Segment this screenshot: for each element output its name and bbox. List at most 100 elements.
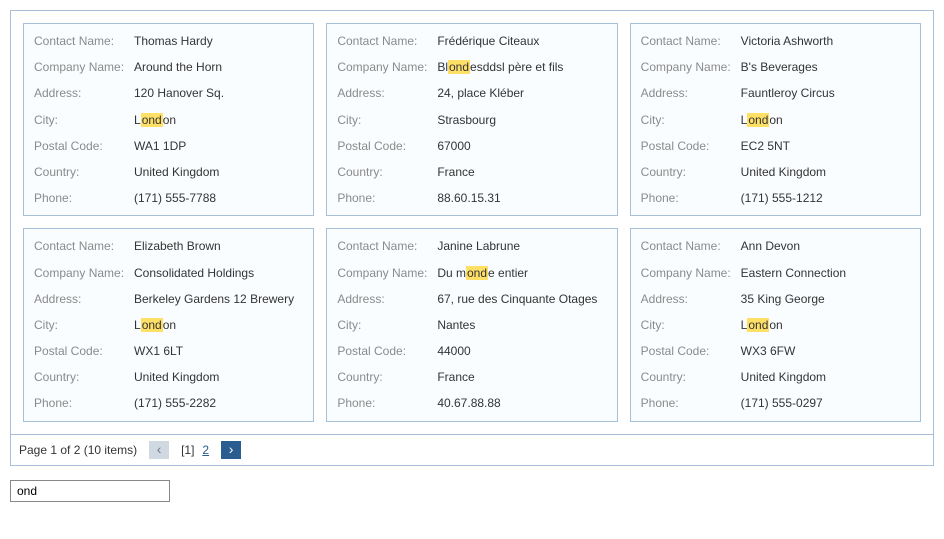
field-label: Contact Name: [34, 33, 134, 49]
field-value: Frédérique Citeaux [437, 33, 606, 49]
field-label: Contact Name: [337, 238, 437, 254]
field-row: Contact Name:Ann Devon [631, 233, 920, 259]
field-row: Address:Berkeley Gardens 12 Brewery [24, 286, 313, 312]
field-value: Nantes [437, 317, 606, 333]
page-number[interactable]: 2 [202, 443, 209, 457]
field-row: Postal Code:67000 [327, 133, 616, 159]
field-label: Country: [337, 164, 437, 180]
field-value: France [437, 369, 606, 385]
field-row: Company Name:Consolidated Holdings [24, 260, 313, 286]
page-number-current: [1] [181, 443, 194, 457]
field-label: Country: [34, 164, 134, 180]
field-row: Phone:88.60.15.31 [327, 185, 616, 211]
field-value: WX3 6FW [741, 343, 910, 359]
field-row: Company Name:Du monde entier [327, 260, 616, 286]
field-value: WA1 1DP [134, 138, 303, 154]
field-label: Postal Code: [337, 138, 437, 154]
field-value: Ann Devon [741, 238, 910, 254]
field-row: Phone:40.67.88.88 [327, 390, 616, 416]
field-row: Contact Name:Janine Labrune [327, 233, 616, 259]
field-label: Phone: [337, 190, 437, 206]
field-label: Postal Code: [641, 138, 741, 154]
field-row: Postal Code:EC2 5NT [631, 133, 920, 159]
field-row: Address:Fauntleroy Circus [631, 80, 920, 106]
field-value: 88.60.15.31 [437, 190, 606, 206]
field-value: EC2 5NT [741, 138, 910, 154]
field-row: Phone:(171) 555-7788 [24, 185, 313, 211]
field-row: Phone:(171) 555-1212 [631, 185, 920, 211]
field-row: Company Name:Around the Horn [24, 54, 313, 80]
search-input[interactable] [10, 480, 170, 502]
field-label: Postal Code: [337, 343, 437, 359]
field-value: (171) 555-1212 [741, 190, 910, 206]
highlight: ond [466, 266, 488, 280]
field-label: Company Name: [641, 59, 741, 75]
field-row: Contact Name:Frédérique Citeaux [327, 28, 616, 54]
field-value: United Kingdom [741, 369, 910, 385]
pager: Page 1 of 2 (10 items) [1] 2 [11, 434, 933, 465]
pager-status: Page 1 of 2 (10 items) [19, 443, 137, 457]
highlight: ond [747, 113, 769, 127]
chevron-left-icon [157, 442, 162, 457]
field-label: Contact Name: [34, 238, 134, 254]
field-value: Around the Horn [134, 59, 303, 75]
field-row: Address:24, place Kléber [327, 80, 616, 106]
field-row: Country:France [327, 364, 616, 390]
highlight: ond [747, 318, 769, 332]
field-label: Address: [337, 85, 437, 101]
field-row: Postal Code:WX1 6LT [24, 338, 313, 364]
field-row: Postal Code:WX3 6FW [631, 338, 920, 364]
field-value: 120 Hanover Sq. [134, 85, 303, 101]
field-row: Company Name:Eastern Connection [631, 260, 920, 286]
field-label: Country: [337, 369, 437, 385]
field-label: City: [641, 317, 741, 333]
field-row: City:Strasbourg [327, 107, 616, 133]
field-value: (171) 555-7788 [134, 190, 303, 206]
field-label: Company Name: [337, 59, 437, 75]
field-value: London [741, 112, 910, 128]
field-row: Address:35 King George [631, 286, 920, 312]
field-value: Berkeley Gardens 12 Brewery [134, 291, 303, 307]
field-label: Phone: [34, 395, 134, 411]
field-value: United Kingdom [134, 164, 303, 180]
field-value: London [134, 317, 303, 333]
field-label: Country: [641, 369, 741, 385]
field-label: City: [337, 112, 437, 128]
field-label: Phone: [34, 190, 134, 206]
field-value: United Kingdom [134, 369, 303, 385]
field-row: Country:United Kingdom [24, 159, 313, 185]
field-row: Contact Name:Victoria Ashworth [631, 28, 920, 54]
field-label: Address: [34, 85, 134, 101]
field-value: Strasbourg [437, 112, 606, 128]
field-value: B's Beverages [741, 59, 910, 75]
field-value: United Kingdom [741, 164, 910, 180]
field-row: Postal Code:44000 [327, 338, 616, 364]
field-label: Contact Name: [641, 238, 741, 254]
field-label: City: [34, 112, 134, 128]
field-row: Phone:(171) 555-2282 [24, 390, 313, 416]
field-label: Phone: [641, 395, 741, 411]
field-value: 35 King George [741, 291, 910, 307]
search-box [10, 480, 934, 502]
field-value: Victoria Ashworth [741, 33, 910, 49]
prev-page-button[interactable] [149, 441, 169, 459]
field-row: Country:United Kingdom [24, 364, 313, 390]
field-value: 24, place Kléber [437, 85, 606, 101]
field-value: Fauntleroy Circus [741, 85, 910, 101]
field-row: City:Nantes [327, 312, 616, 338]
next-page-button[interactable] [221, 441, 241, 459]
field-row: City:London [24, 312, 313, 338]
field-label: City: [337, 317, 437, 333]
field-row: Address:120 Hanover Sq. [24, 80, 313, 106]
chevron-right-icon [229, 442, 234, 457]
field-label: Postal Code: [34, 138, 134, 154]
field-value: (171) 555-2282 [134, 395, 303, 411]
field-value: 40.67.88.88 [437, 395, 606, 411]
field-row: Contact Name:Elizabeth Brown [24, 233, 313, 259]
field-row: Postal Code:WA1 1DP [24, 133, 313, 159]
field-row: City:London [631, 312, 920, 338]
field-value: France [437, 164, 606, 180]
contact-card: Contact Name:Victoria Ashworth Company Na… [630, 23, 921, 216]
field-row: City:London [24, 107, 313, 133]
field-row: Contact Name:Thomas Hardy [24, 28, 313, 54]
